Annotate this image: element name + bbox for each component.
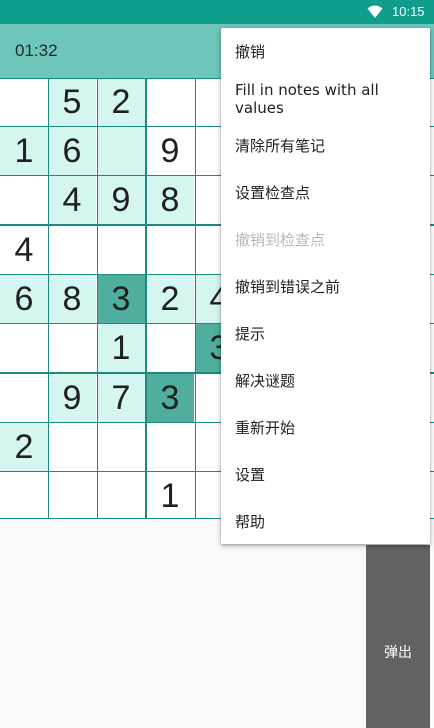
sudoku-cell-r2c2[interactable]: 6 (48, 127, 96, 175)
menu-item-2[interactable]: Fill in notes with all values (221, 75, 430, 122)
sudoku-cell-r2c3[interactable] (97, 127, 145, 175)
menu-item-10[interactable]: 设置 (221, 451, 430, 498)
sudoku-cell-r3c4[interactable]: 8 (146, 176, 194, 224)
menu-item-6[interactable]: 撤销到错误之前 (221, 263, 430, 310)
sudoku-cell-r6c4[interactable] (146, 324, 194, 372)
sudoku-cell-r6c1[interactable] (0, 324, 48, 372)
sudoku-cell-r1c3[interactable]: 2 (97, 78, 145, 126)
popup-button[interactable]: 弹出 (366, 545, 430, 728)
sudoku-cell-r2c4[interactable]: 9 (146, 127, 194, 175)
popup-button-label: 弹出 (384, 645, 412, 661)
sudoku-cell-r8c4[interactable] (146, 423, 194, 471)
game-timer: 01:32 (15, 41, 58, 60)
menu-item-4[interactable]: 设置检查点 (221, 169, 430, 216)
sudoku-cell-r5c4[interactable]: 2 (146, 275, 194, 323)
menu-item-3[interactable]: 清除所有笔记 (221, 122, 430, 169)
sudoku-cell-r6c2[interactable] (48, 324, 96, 372)
status-time: 10:15 (392, 4, 425, 19)
sudoku-cell-r1c4[interactable] (146, 78, 194, 126)
sudoku-cell-r7c1[interactable] (0, 374, 48, 422)
sudoku-cell-r3c3[interactable]: 9 (97, 176, 145, 224)
grid-line-vertical-thick (145, 78, 147, 519)
sudoku-cell-r4c2[interactable] (48, 226, 96, 274)
menu-item-7[interactable]: 提示 (221, 310, 430, 357)
sudoku-cell-r9c3[interactable] (97, 472, 145, 520)
sudoku-cell-r5c1[interactable]: 6 (0, 275, 48, 323)
sudoku-cell-r3c2[interactable]: 4 (48, 176, 96, 224)
grid-line-vertical (97, 78, 98, 519)
menu-item-1[interactable]: 撤销 (221, 28, 430, 75)
sudoku-cell-r9c4[interactable]: 1 (146, 472, 194, 520)
sudoku-cell-r8c1[interactable]: 2 (0, 423, 48, 471)
grid-line-vertical (195, 78, 196, 519)
sudoku-cell-r7c2[interactable]: 9 (48, 374, 96, 422)
sudoku-cell-r7c3[interactable]: 7 (97, 374, 145, 422)
sudoku-cell-r1c1[interactable] (0, 78, 48, 126)
sudoku-cell-r5c2[interactable]: 8 (48, 275, 96, 323)
grid-line-vertical (48, 78, 49, 519)
sudoku-cell-r4c1[interactable]: 4 (0, 226, 48, 274)
sudoku-cell-r6c3[interactable]: 1 (97, 324, 145, 372)
overflow-menu: 撤销 Fill in notes with all values 清除所有笔记 设置检… (221, 28, 430, 544)
sudoku-cell-r8c3[interactable] (97, 423, 145, 471)
status-bar: 10:15 (0, 0, 434, 24)
sudoku-cell-r4c4[interactable] (146, 226, 194, 274)
sudoku-cell-r3c1[interactable] (0, 176, 48, 224)
wifi-icon (367, 5, 383, 18)
menu-item-11[interactable]: 帮助 (221, 498, 430, 545)
sudoku-cell-r5c3[interactable]: 3 (97, 275, 145, 323)
sudoku-cell-r1c2[interactable]: 5 (48, 78, 96, 126)
menu-item-5: 撤销到检查点 (235, 231, 326, 249)
sudoku-cell-r2c1[interactable]: 1 (0, 127, 48, 175)
sudoku-cell-r8c2[interactable] (48, 423, 96, 471)
sudoku-cell-r7c4[interactable]: 3 (146, 374, 194, 422)
sudoku-cell-r4c3[interactable] (97, 226, 145, 274)
menu-item-8[interactable]: 解决谜题 (221, 357, 430, 404)
sudoku-cell-r9c2[interactable] (48, 472, 96, 520)
sudoku-cell-r9c1[interactable] (0, 472, 48, 520)
menu-item-9[interactable]: 重新开始 (221, 404, 430, 451)
